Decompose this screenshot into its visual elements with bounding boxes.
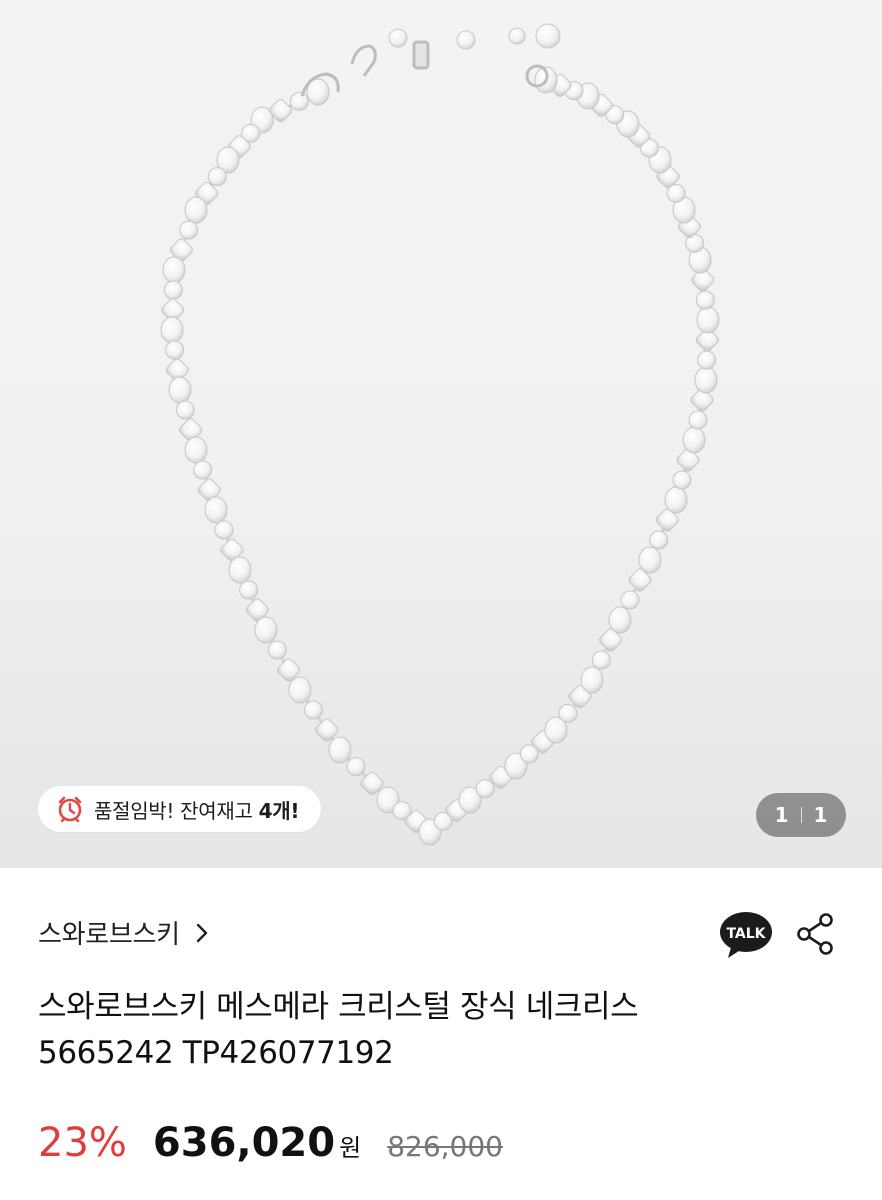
image-pager-divider <box>800 807 802 823</box>
necklace-crystal <box>695 290 715 310</box>
product-image-carousel[interactable]: 품절임박! 잔여재고 4개! 1 1 <box>0 0 882 868</box>
low-stock-text: 품절임박! 잔여재고 4개! <box>94 795 299 824</box>
necklace-crystal <box>649 530 669 550</box>
necklace-crystal <box>303 700 323 720</box>
necklace-crystal <box>184 196 208 224</box>
necklace-crystal <box>162 256 186 284</box>
brand-name: 스와로브스키 <box>38 920 180 950</box>
low-stock-prefix: 품절임박! 잔여재고 <box>94 798 259 823</box>
necklace-crystal <box>165 340 185 360</box>
necklace-crystal <box>204 496 228 524</box>
discount-rate: 23% <box>38 1120 127 1166</box>
image-pager-total: 1 <box>813 803 828 827</box>
image-pager-current: 1 <box>774 803 789 827</box>
necklace-crystal <box>475 779 495 799</box>
necklace-chain <box>170 78 710 834</box>
share-icon[interactable] <box>796 912 836 956</box>
necklace-crystal <box>664 486 688 514</box>
product-title: 스와로브스키 메스메라 크리스털 장식 네크리스 5665242 TP42607… <box>38 984 838 1076</box>
necklace-crystal <box>688 410 708 430</box>
product-title-line2: 5665242 TP426077192 <box>38 1035 394 1071</box>
kakao-talk-icon[interactable]: TALK <box>718 910 774 962</box>
alarm-clock-icon <box>58 796 82 823</box>
necklace-crystal <box>175 400 195 420</box>
necklace-crystal <box>184 436 208 464</box>
necklace-crystal <box>608 606 632 634</box>
sale-price-unit: 원 <box>339 1134 362 1162</box>
necklace-crystal <box>638 546 662 574</box>
necklace-crystal <box>239 580 259 600</box>
product-detail-page: 품절임박! 잔여재고 4개! 1 1 스와로브스키 TALK 스와로브스키 메스… <box>0 0 882 1200</box>
necklace-crystal <box>328 736 352 764</box>
necklace-crystal <box>160 316 184 344</box>
necklace-crystal <box>207 167 227 187</box>
necklace-crystal <box>346 757 366 777</box>
original-price: 826,000 <box>387 1130 503 1163</box>
necklace-crystal <box>214 520 234 540</box>
necklace-crystal <box>254 616 278 644</box>
low-stock-count: 4개! <box>258 798 300 823</box>
necklace-crystal <box>168 376 192 404</box>
necklace-crystal <box>179 220 199 240</box>
low-stock-badge: 품절임박! 잔여재고 4개! <box>38 786 322 832</box>
product-title-line1: 스와로브스키 메스메라 크리스털 장식 네크리스 <box>38 989 639 1025</box>
necklace-crystal <box>288 676 312 704</box>
necklace-crystal <box>228 556 252 584</box>
chevron-right-icon <box>196 923 207 942</box>
necklace-crystal <box>267 640 287 660</box>
necklace-crystal <box>696 306 720 334</box>
image-pager: 1 1 <box>756 793 846 837</box>
talk-label: TALK <box>726 926 766 942</box>
necklace-crystal <box>289 91 309 111</box>
necklace-crystal <box>672 470 692 490</box>
necklace-crystal <box>694 366 718 394</box>
necklace-crystal <box>682 426 706 454</box>
necklace-crystal <box>558 703 578 723</box>
necklace-crystal <box>193 460 213 480</box>
brand-link[interactable]: 스와로브스키 <box>38 914 208 951</box>
price-row: 23% 636,020 원 826,000 <box>38 1120 503 1166</box>
necklace-crystal <box>580 666 604 694</box>
necklace-crystal <box>620 590 640 610</box>
product-image <box>160 23 720 846</box>
necklace-crystal <box>697 350 717 370</box>
necklace-crystal <box>591 650 611 670</box>
sale-price: 636,020 <box>152 1120 336 1166</box>
necklace-crystal <box>163 280 183 300</box>
